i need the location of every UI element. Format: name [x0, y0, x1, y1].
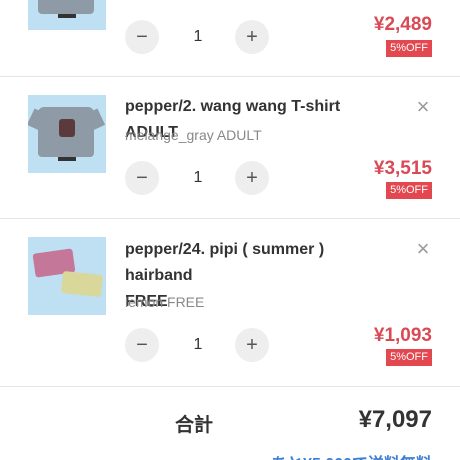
- free-shipping-note: あと¥5,000で送料無料: [271, 450, 432, 460]
- remove-item-icon[interactable]: ×: [413, 238, 433, 260]
- discount-badge: 5%OFF: [386, 349, 432, 366]
- total-label: 合計: [175, 415, 214, 436]
- product-thumbnail[interactable]: [28, 237, 106, 315]
- product-title-line: pepper/24. pipi ( summer ) hairband: [125, 241, 325, 284]
- item-divider: [0, 218, 460, 219]
- item-price: ¥1,093: [373, 325, 432, 346]
- product-thumbnail[interactable]: [28, 0, 106, 30]
- quantity-value: 1: [193, 336, 203, 353]
- item-price: ¥2,489: [373, 14, 432, 35]
- item-price: ¥3,515: [373, 158, 432, 179]
- discount-badge: 5%OFF: [386, 40, 432, 57]
- quantity-value: 1: [193, 28, 203, 45]
- remove-item-icon[interactable]: ×: [413, 96, 433, 118]
- decrease-quantity-button[interactable]: −: [125, 161, 159, 195]
- item-divider: [0, 386, 460, 387]
- quantity-value: 1: [193, 169, 203, 186]
- total-amount: ¥7,097: [358, 406, 432, 433]
- product-variant: lemon FREE: [125, 294, 205, 310]
- item-divider: [0, 76, 460, 77]
- decrease-quantity-button[interactable]: −: [125, 328, 159, 362]
- decrease-quantity-button[interactable]: −: [125, 20, 159, 54]
- increase-quantity-button[interactable]: +: [235, 20, 269, 54]
- product-thumbnail[interactable]: [28, 95, 106, 173]
- discount-badge: 5%OFF: [386, 182, 432, 199]
- increase-quantity-button[interactable]: +: [235, 161, 269, 195]
- product-variant: melange_gray ADULT: [125, 127, 262, 143]
- increase-quantity-button[interactable]: +: [235, 328, 269, 362]
